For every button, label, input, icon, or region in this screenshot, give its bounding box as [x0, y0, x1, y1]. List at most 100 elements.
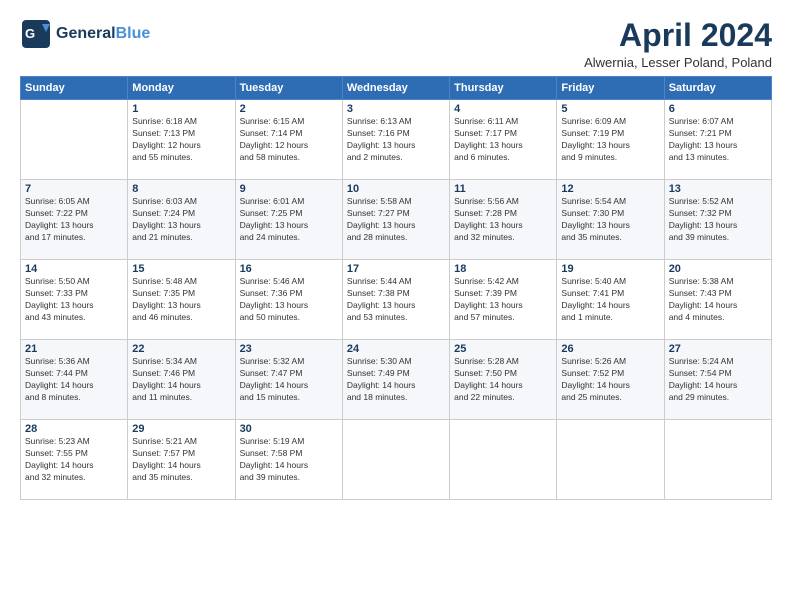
table-row: 16Sunrise: 5:46 AMSunset: 7:36 PMDayligh…: [235, 260, 342, 340]
day-number: 3: [347, 103, 445, 115]
calendar-week-row: 21Sunrise: 5:36 AMSunset: 7:44 PMDayligh…: [21, 340, 772, 420]
table-row: 7Sunrise: 6:05 AMSunset: 7:22 PMDaylight…: [21, 180, 128, 260]
day-info: Sunrise: 6:13 AMSunset: 7:16 PMDaylight:…: [347, 116, 445, 164]
day-info: Sunrise: 5:26 AMSunset: 7:52 PMDaylight:…: [561, 356, 659, 404]
day-info: Sunrise: 6:09 AMSunset: 7:19 PMDaylight:…: [561, 116, 659, 164]
day-number: 19: [561, 263, 659, 275]
calendar-header-row: Sunday Monday Tuesday Wednesday Thursday…: [21, 77, 772, 100]
main-title: April 2024: [584, 18, 772, 53]
day-info: Sunrise: 5:56 AMSunset: 7:28 PMDaylight:…: [454, 196, 552, 244]
day-info: Sunrise: 5:24 AMSunset: 7:54 PMDaylight:…: [669, 356, 767, 404]
header: G GeneralBlue April 2024 Alwernia, Lesse…: [20, 18, 772, 70]
day-info: Sunrise: 5:34 AMSunset: 7:46 PMDaylight:…: [132, 356, 230, 404]
day-number: 4: [454, 103, 552, 115]
page: G GeneralBlue April 2024 Alwernia, Lesse…: [0, 0, 792, 612]
header-monday: Monday: [128, 77, 235, 100]
svg-text:G: G: [25, 26, 35, 41]
table-row: 11Sunrise: 5:56 AMSunset: 7:28 PMDayligh…: [450, 180, 557, 260]
day-info: Sunrise: 5:58 AMSunset: 7:27 PMDaylight:…: [347, 196, 445, 244]
table-row: 21Sunrise: 5:36 AMSunset: 7:44 PMDayligh…: [21, 340, 128, 420]
table-row: 14Sunrise: 5:50 AMSunset: 7:33 PMDayligh…: [21, 260, 128, 340]
title-block: April 2024 Alwernia, Lesser Poland, Pola…: [584, 18, 772, 70]
header-saturday: Saturday: [664, 77, 771, 100]
header-thursday: Thursday: [450, 77, 557, 100]
day-number: 7: [25, 183, 123, 195]
table-row: 3Sunrise: 6:13 AMSunset: 7:16 PMDaylight…: [342, 100, 449, 180]
day-number: 16: [240, 263, 338, 275]
day-info: Sunrise: 5:48 AMSunset: 7:35 PMDaylight:…: [132, 276, 230, 324]
calendar-table: Sunday Monday Tuesday Wednesday Thursday…: [20, 76, 772, 500]
day-info: Sunrise: 5:52 AMSunset: 7:32 PMDaylight:…: [669, 196, 767, 244]
day-info: Sunrise: 5:38 AMSunset: 7:43 PMDaylight:…: [669, 276, 767, 324]
day-number: 12: [561, 183, 659, 195]
day-info: Sunrise: 6:07 AMSunset: 7:21 PMDaylight:…: [669, 116, 767, 164]
day-number: 14: [25, 263, 123, 275]
day-info: Sunrise: 5:46 AMSunset: 7:36 PMDaylight:…: [240, 276, 338, 324]
day-info: Sunrise: 5:42 AMSunset: 7:39 PMDaylight:…: [454, 276, 552, 324]
day-number: 24: [347, 343, 445, 355]
logo-icon: G: [20, 18, 52, 50]
table-row: [342, 420, 449, 500]
day-info: Sunrise: 5:36 AMSunset: 7:44 PMDaylight:…: [25, 356, 123, 404]
day-info: Sunrise: 6:01 AMSunset: 7:25 PMDaylight:…: [240, 196, 338, 244]
table-row: 26Sunrise: 5:26 AMSunset: 7:52 PMDayligh…: [557, 340, 664, 420]
header-sunday: Sunday: [21, 77, 128, 100]
day-info: Sunrise: 5:32 AMSunset: 7:47 PMDaylight:…: [240, 356, 338, 404]
day-number: 9: [240, 183, 338, 195]
day-info: Sunrise: 6:05 AMSunset: 7:22 PMDaylight:…: [25, 196, 123, 244]
table-row: 8Sunrise: 6:03 AMSunset: 7:24 PMDaylight…: [128, 180, 235, 260]
calendar-week-row: 14Sunrise: 5:50 AMSunset: 7:33 PMDayligh…: [21, 260, 772, 340]
calendar-week-row: 7Sunrise: 6:05 AMSunset: 7:22 PMDaylight…: [21, 180, 772, 260]
table-row: 18Sunrise: 5:42 AMSunset: 7:39 PMDayligh…: [450, 260, 557, 340]
day-info: Sunrise: 6:15 AMSunset: 7:14 PMDaylight:…: [240, 116, 338, 164]
day-info: Sunrise: 5:21 AMSunset: 7:57 PMDaylight:…: [132, 436, 230, 484]
day-info: Sunrise: 5:19 AMSunset: 7:58 PMDaylight:…: [240, 436, 338, 484]
table-row: 6Sunrise: 6:07 AMSunset: 7:21 PMDaylight…: [664, 100, 771, 180]
day-number: 25: [454, 343, 552, 355]
day-number: 21: [25, 343, 123, 355]
day-number: 28: [25, 423, 123, 435]
day-info: Sunrise: 6:11 AMSunset: 7:17 PMDaylight:…: [454, 116, 552, 164]
table-row: 24Sunrise: 5:30 AMSunset: 7:49 PMDayligh…: [342, 340, 449, 420]
day-info: Sunrise: 5:50 AMSunset: 7:33 PMDaylight:…: [25, 276, 123, 324]
table-row: 30Sunrise: 5:19 AMSunset: 7:58 PMDayligh…: [235, 420, 342, 500]
day-number: 15: [132, 263, 230, 275]
header-wednesday: Wednesday: [342, 77, 449, 100]
table-row: [450, 420, 557, 500]
header-tuesday: Tuesday: [235, 77, 342, 100]
day-number: 2: [240, 103, 338, 115]
day-number: 30: [240, 423, 338, 435]
table-row: 22Sunrise: 5:34 AMSunset: 7:46 PMDayligh…: [128, 340, 235, 420]
table-row: 29Sunrise: 5:21 AMSunset: 7:57 PMDayligh…: [128, 420, 235, 500]
day-info: Sunrise: 5:30 AMSunset: 7:49 PMDaylight:…: [347, 356, 445, 404]
day-info: Sunrise: 5:23 AMSunset: 7:55 PMDaylight:…: [25, 436, 123, 484]
day-number: 26: [561, 343, 659, 355]
table-row: 2Sunrise: 6:15 AMSunset: 7:14 PMDaylight…: [235, 100, 342, 180]
day-info: Sunrise: 5:28 AMSunset: 7:50 PMDaylight:…: [454, 356, 552, 404]
table-row: 4Sunrise: 6:11 AMSunset: 7:17 PMDaylight…: [450, 100, 557, 180]
day-info: Sunrise: 6:03 AMSunset: 7:24 PMDaylight:…: [132, 196, 230, 244]
day-number: 6: [669, 103, 767, 115]
day-number: 27: [669, 343, 767, 355]
header-friday: Friday: [557, 77, 664, 100]
day-info: Sunrise: 5:54 AMSunset: 7:30 PMDaylight:…: [561, 196, 659, 244]
day-number: 13: [669, 183, 767, 195]
table-row: 9Sunrise: 6:01 AMSunset: 7:25 PMDaylight…: [235, 180, 342, 260]
calendar-week-row: 28Sunrise: 5:23 AMSunset: 7:55 PMDayligh…: [21, 420, 772, 500]
table-row: 20Sunrise: 5:38 AMSunset: 7:43 PMDayligh…: [664, 260, 771, 340]
day-info: Sunrise: 6:18 AMSunset: 7:13 PMDaylight:…: [132, 116, 230, 164]
day-number: 10: [347, 183, 445, 195]
logo-text: GeneralBlue: [56, 25, 150, 43]
table-row: 23Sunrise: 5:32 AMSunset: 7:47 PMDayligh…: [235, 340, 342, 420]
day-number: 17: [347, 263, 445, 275]
table-row: 25Sunrise: 5:28 AMSunset: 7:50 PMDayligh…: [450, 340, 557, 420]
day-number: 8: [132, 183, 230, 195]
table-row: 15Sunrise: 5:48 AMSunset: 7:35 PMDayligh…: [128, 260, 235, 340]
table-row: [557, 420, 664, 500]
day-info: Sunrise: 5:44 AMSunset: 7:38 PMDaylight:…: [347, 276, 445, 324]
day-number: 29: [132, 423, 230, 435]
day-number: 20: [669, 263, 767, 275]
day-number: 1: [132, 103, 230, 115]
day-number: 5: [561, 103, 659, 115]
day-number: 11: [454, 183, 552, 195]
